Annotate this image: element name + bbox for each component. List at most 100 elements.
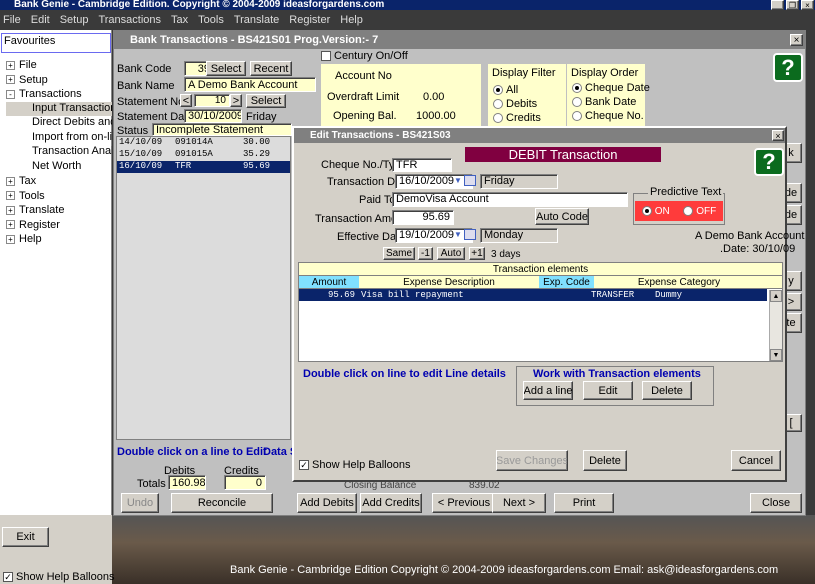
favourites-box[interactable]: Favourites <box>1 33 111 53</box>
expand-icon[interactable]: + <box>6 176 15 186</box>
radio-icon[interactable] <box>493 99 503 110</box>
same-button[interactable]: Same <box>383 247 415 260</box>
menu-file[interactable]: File <box>3 14 21 26</box>
stmt-prev-button[interactable]: < <box>180 94 192 107</box>
close-app-button[interactable]: × <box>801 0 814 10</box>
transaction-list[interactable]: 14/10/09 091014A 30.00 15/10/09 091015A 35.2… <box>116 136 291 440</box>
tree-item-transactions[interactable]: - Transactions <box>6 87 112 102</box>
save-changes-button[interactable]: Save Changes <box>496 450 568 471</box>
checkbox-icon[interactable]: ✓ <box>3 572 13 582</box>
tree-sub-direct[interactable]: Direct Debits and <box>6 116 112 131</box>
select-bank-button[interactable]: Select <box>206 61 246 76</box>
stmt-no-field[interactable]: 10 <box>194 94 230 107</box>
order-cheque-date-radio[interactable]: Cheque Date <box>572 82 650 94</box>
menu-register[interactable]: Register <box>289 14 330 26</box>
menu-help[interactable]: Help <box>340 14 363 26</box>
list-item[interactable]: 15/10/09 091015A 35.29 <box>117 149 290 161</box>
expand-icon[interactable]: + <box>6 234 15 244</box>
auto-code-button[interactable]: Auto Code <box>535 208 589 225</box>
auto-button[interactable]: Auto <box>437 247 465 260</box>
tree-item-setup[interactable]: + Setup <box>6 73 112 88</box>
sidebar-help-checkbox[interactable]: ✓ Show Help Balloons <box>3 571 114 583</box>
expand-icon[interactable]: + <box>6 205 15 215</box>
tree-item-file[interactable]: + File <box>6 58 112 73</box>
amount-field[interactable]: 95.69 <box>392 210 454 225</box>
cancel-button[interactable]: Cancel <box>731 450 781 471</box>
expand-icon[interactable]: + <box>6 220 15 230</box>
menu-setup[interactable]: Setup <box>60 14 89 26</box>
tree-sub-networth[interactable]: Net Worth <box>6 160 112 175</box>
checkbox-icon[interactable] <box>321 51 331 61</box>
bank-name-field[interactable]: A Demo Bank Account <box>184 77 316 92</box>
filter-debits-radio[interactable]: Debits <box>493 98 537 110</box>
expand-icon[interactable]: + <box>6 75 15 85</box>
grid-scrollbar[interactable]: ▲ ▼ <box>769 290 782 361</box>
paid-to-field[interactable]: DemoVisa Account <box>392 192 628 207</box>
scroll-up-icon[interactable]: ▲ <box>770 290 782 302</box>
list-item-selected[interactable]: 16/10/09 TFR 95.69 <box>117 161 290 173</box>
stmt-date-field[interactable]: 30/10/2009 <box>184 109 242 123</box>
menu-translate[interactable]: Translate <box>234 14 279 26</box>
print-button[interactable]: Print <box>554 493 614 513</box>
tree-sub-analysis[interactable]: Transaction Analy <box>6 145 112 160</box>
century-checkbox[interactable]: Century On/Off <box>321 50 408 62</box>
tree-item-register[interactable]: + Register <box>6 218 112 233</box>
exit-button[interactable]: Exit <box>2 527 49 547</box>
menu-tax[interactable]: Tax <box>171 14 188 26</box>
tree-item-help[interactable]: + Help <box>6 232 112 247</box>
minimize-button[interactable]: _ <box>771 0 784 10</box>
tree-sub-import[interactable]: Import from on-lin <box>6 131 112 146</box>
delete-transaction-button[interactable]: Delete <box>583 450 627 471</box>
checkbox-icon[interactable]: ✓ <box>299 460 309 470</box>
radio-icon[interactable] <box>572 97 582 108</box>
radio-icon[interactable] <box>641 205 652 216</box>
menu-edit[interactable]: Edit <box>31 14 50 26</box>
edit-line-button[interactable]: Edit <box>583 381 633 400</box>
col-amount[interactable]: Amount <box>299 276 359 288</box>
col-code[interactable]: Exp. Code <box>539 276 594 288</box>
minus-one-button[interactable]: -1 <box>418 247 433 260</box>
table-row[interactable]: 95.69 Visa bill repayment TRANSFER Dummy <box>299 289 767 301</box>
add-line-button[interactable]: Add a line <box>523 381 573 400</box>
expand-icon[interactable]: + <box>6 191 15 201</box>
radio-icon[interactable] <box>493 113 503 124</box>
previous-button[interactable]: < Previous <box>432 493 496 513</box>
order-bank-date-radio[interactable]: Bank Date <box>572 96 636 108</box>
delete-line-button[interactable]: Delete <box>642 381 692 400</box>
add-debits-button[interactable]: Add Debits <box>297 493 357 513</box>
next-button[interactable]: Next > <box>492 493 546 513</box>
plus-one-button[interactable]: +1 <box>469 247 485 260</box>
menu-transactions[interactable]: Transactions <box>98 14 161 26</box>
tree-item-tax[interactable]: + Tax <box>6 174 112 189</box>
tree-item-translate[interactable]: + Translate <box>6 203 112 218</box>
radio-icon[interactable] <box>572 111 582 122</box>
stmt-select-button[interactable]: Select <box>246 94 286 108</box>
col-description[interactable]: Expense Description <box>359 276 539 288</box>
edit-help-checkbox[interactable]: ✓ Show Help Balloons <box>299 459 410 471</box>
predictive-on-radio[interactable]: ON <box>641 205 670 217</box>
edate-dropdown-icon[interactable]: ▼ <box>454 230 462 239</box>
bank-close-icon[interactable]: × <box>790 34 803 46</box>
filter-credits-radio[interactable]: Credits <box>493 112 541 124</box>
edit-close-icon[interactable]: × <box>772 130 784 141</box>
undo-button[interactable]: Undo <box>121 493 159 513</box>
expand-icon[interactable]: + <box>6 60 15 70</box>
tree-sub-input[interactable]: Input Transactions <box>6 101 112 116</box>
help-icon[interactable]: ? <box>773 53 803 82</box>
radio-icon[interactable] <box>683 205 694 216</box>
radio-icon[interactable] <box>572 83 582 94</box>
filter-all-radio[interactable]: All <box>493 84 518 96</box>
menu-tools[interactable]: Tools <box>198 14 224 26</box>
restore-button[interactable]: ❐ <box>786 0 799 10</box>
cheque-field[interactable]: TFR <box>392 158 452 172</box>
list-item[interactable]: 14/10/09 091014A 30.00 <box>117 137 290 149</box>
scroll-down-icon[interactable]: ▼ <box>770 349 782 361</box>
tree-item-tools[interactable]: + Tools <box>6 189 112 204</box>
edate-calendar-icon[interactable] <box>464 229 476 240</box>
add-credits-button[interactable]: Add Credits <box>360 493 422 513</box>
col-category[interactable]: Expense Category <box>594 276 764 288</box>
reconcile-button[interactable]: Reconcile <box>171 493 273 513</box>
predictive-off-radio[interactable]: OFF <box>683 206 716 217</box>
order-cheque-no-radio[interactable]: Cheque No. <box>572 110 644 122</box>
recent-button[interactable]: Recent <box>250 61 292 76</box>
